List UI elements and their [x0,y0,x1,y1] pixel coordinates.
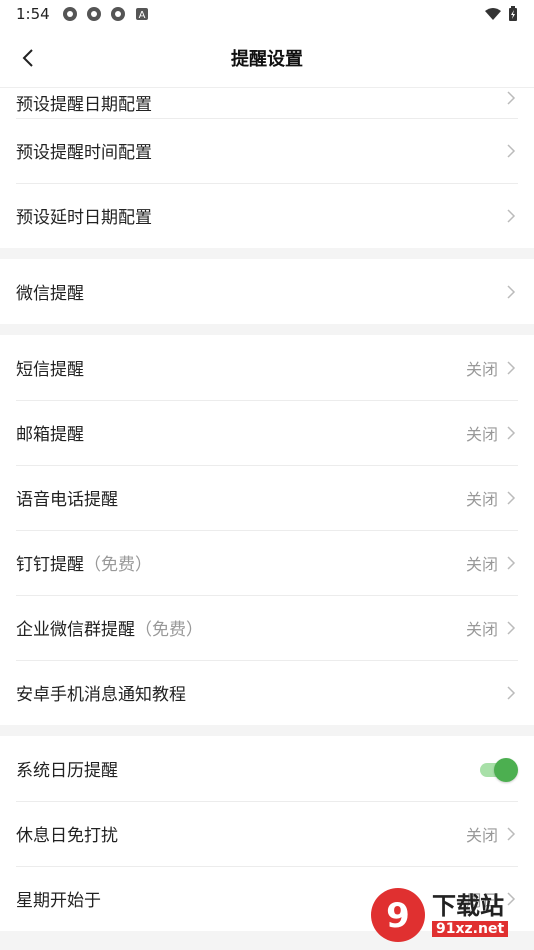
chevron-right-icon [507,425,516,440]
row-value: 关闭 [465,554,498,574]
row-value: 关闭 [465,619,498,639]
row-label-hint: （免费） [135,620,203,640]
row-preset-reminder-date[interactable]: 预设提醒日期配置 [0,88,534,118]
status-time: 1:54 [16,5,50,23]
a-badge-icon: A [135,8,148,21]
row-label: 安卓手机消息通知教程 [16,685,186,705]
row-label-text: 企业微信群提醒 [16,620,135,640]
chevron-right-icon [507,91,516,105]
back-button[interactable] [14,44,42,72]
chevron-right-icon [507,826,516,841]
toggle-knob [494,757,518,782]
settings-sync-icon [86,7,101,21]
row-wechat-reminder[interactable]: 微信提醒 [0,259,534,324]
chevron-right-icon [507,490,516,505]
battery-charging-icon [509,6,517,21]
chevron-right-icon [507,360,516,375]
row-label: 钉钉提醒（免费） [16,550,152,575]
status-right [484,6,518,22]
chevron-right-icon [507,143,516,158]
row-wecom-group-reminder[interactable]: 企业微信群提醒（免费） 关闭 [0,595,534,660]
wifi-icon [485,8,501,20]
settings-list: 预设提醒日期配置 预设提醒时间配置 预设延时日期配置 微信提醒 短信提醒 关闭 … [0,88,534,942]
watermark-logo-text: 9 [386,896,410,936]
settings-group-presets: 预设提醒日期配置 预设提醒时间配置 预设延时日期配置 [0,88,534,248]
row-email-reminder[interactable]: 邮箱提醒 关闭 [0,400,534,465]
row-sms-reminder[interactable]: 短信提醒 关闭 [0,335,534,400]
chevron-right-icon [507,555,516,570]
chevron-right-icon [507,685,516,700]
row-label: 星期开始于 [16,891,101,911]
row-label: 休息日免打扰 [16,826,118,846]
watermark-logo-icon: 9 [371,888,425,942]
row-label: 预设延时日期配置 [16,208,152,228]
row-voice-call-reminder[interactable]: 语音电话提醒 关闭 [0,465,534,530]
settings-sync-icon [110,7,125,21]
row-preset-reminder-time[interactable]: 预设提醒时间配置 [0,118,534,183]
row-label: 邮箱提醒 [16,425,84,445]
page-title: 提醒设置 [231,48,303,70]
row-value: 关闭 [465,825,498,845]
row-label: 微信提醒 [16,284,84,304]
watermark-url: 91xz.net [432,921,509,938]
calendar-reminder-toggle[interactable] [480,757,518,782]
svg-text:A: A [138,10,145,21]
chevron-left-icon [22,49,33,67]
chevron-right-icon [507,284,516,299]
row-label: 企业微信群提醒（免费） [16,615,203,640]
row-preset-delay-date[interactable]: 预设延时日期配置 [0,183,534,248]
row-label-text: 钉钉提醒 [16,555,84,575]
watermark: 9 下载站 91xz.net [364,880,534,950]
row-value: 关闭 [465,489,498,509]
row-label-hint: （免费） [84,555,152,575]
row-label: 系统日历提醒 [16,761,118,781]
settings-group-channels: 短信提醒 关闭 邮箱提醒 关闭 语音电话提醒 关闭 钉钉提醒（免费） 关闭 企业… [0,335,534,725]
row-system-calendar-reminder[interactable]: 系统日历提醒 [0,736,534,801]
chevron-right-icon [507,620,516,635]
row-android-notification-tutorial[interactable]: 安卓手机消息通知教程 [0,660,534,725]
settings-group-wechat: 微信提醒 [0,259,534,324]
row-holiday-do-not-disturb[interactable]: 休息日免打扰 关闭 [0,801,534,866]
chevron-right-icon [507,208,516,223]
row-label: 预设提醒时间配置 [16,143,152,163]
settings-sync-icon [62,7,77,21]
row-value: 关闭 [465,424,498,444]
row-dingtalk-reminder[interactable]: 钉钉提醒（免费） 关闭 [0,530,534,595]
row-label: 语音电话提醒 [16,490,118,510]
app-header: 提醒设置 [0,28,534,88]
row-label: 预设提醒日期配置 [16,95,152,115]
row-label: 短信提醒 [16,360,84,380]
row-value: 关闭 [465,359,498,379]
watermark-title: 下载站 [432,891,504,920]
status-bar: 1:54 A [0,0,534,28]
